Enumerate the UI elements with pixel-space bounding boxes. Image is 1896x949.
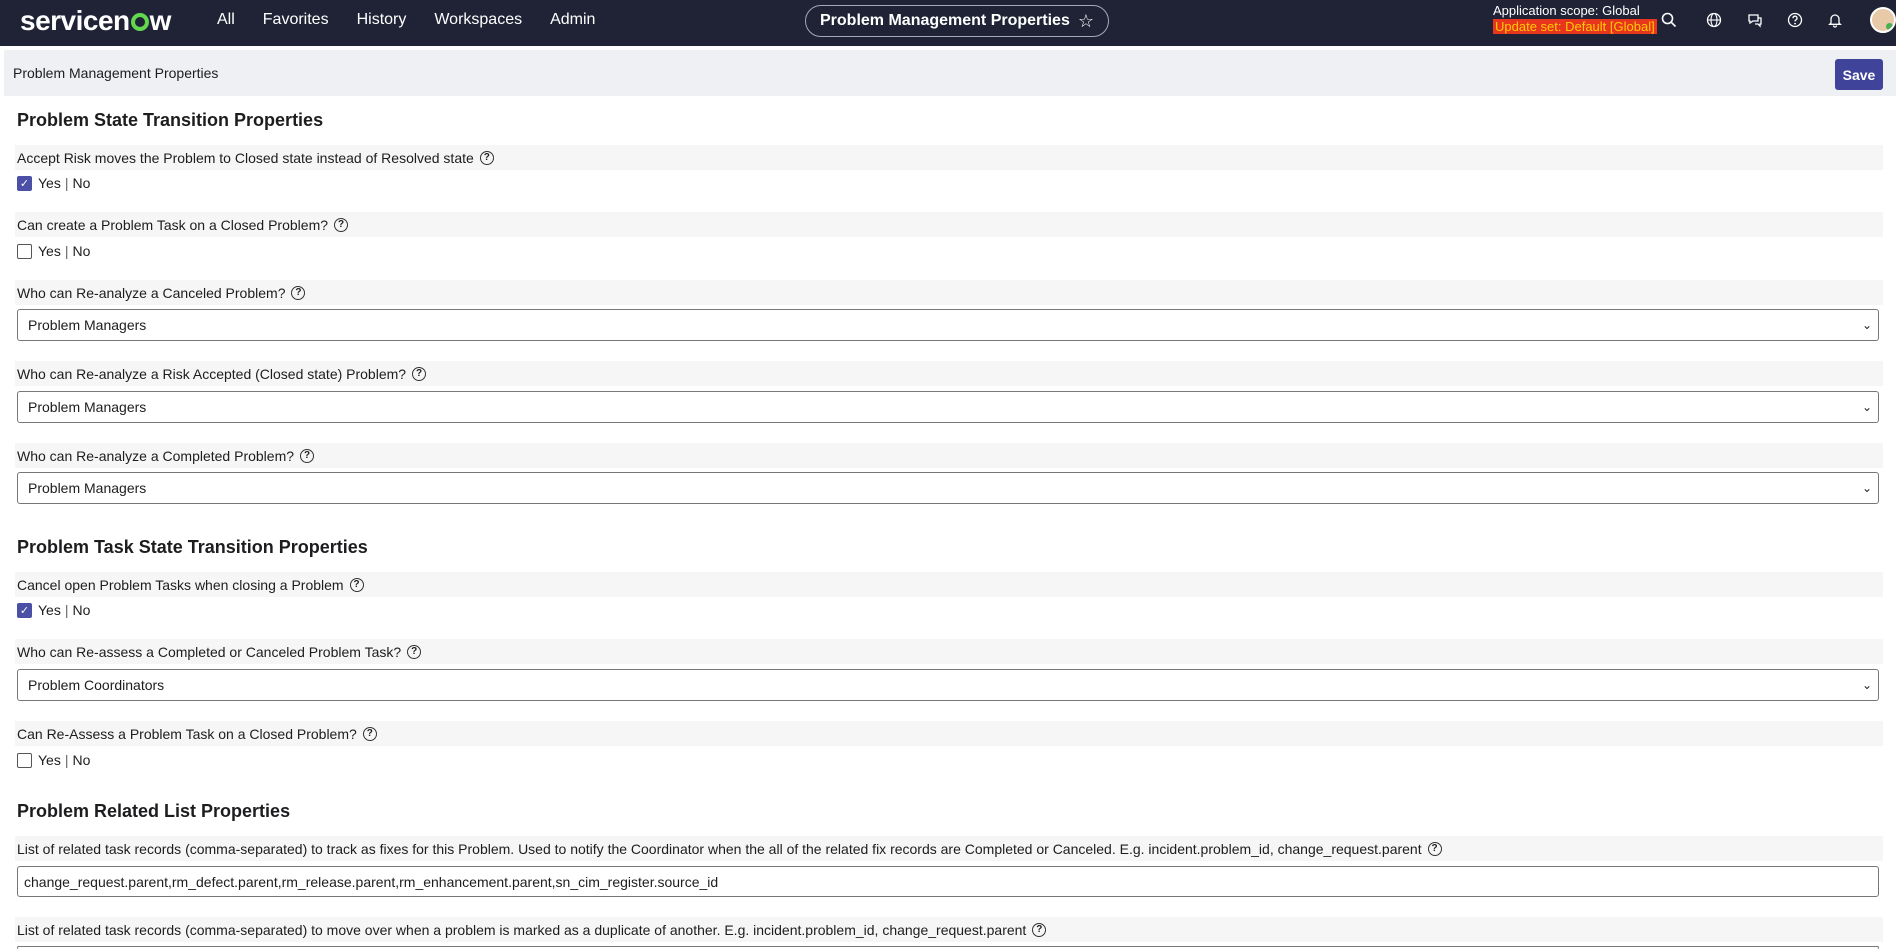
update-set-label[interactable]: Update set: Default [Global] (1493, 19, 1657, 34)
fix-records-input[interactable]: change_request.parent,rm_defect.parent,r… (17, 866, 1879, 897)
form-title: Problem Management Properties (13, 65, 219, 81)
nav-favorites[interactable]: Favorites (249, 11, 343, 29)
separator: | (64, 243, 69, 259)
separator: | (64, 175, 69, 191)
help-icon[interactable]: ? (349, 577, 364, 592)
main-nav: All Favorites History Workspaces Admin (203, 0, 609, 40)
no-label: No (72, 752, 91, 768)
logo-text-end: w (149, 5, 172, 36)
checkbox-unchecked[interactable] (17, 243, 32, 259)
input-value: change_request.parent,rm_defect.parent,r… (24, 873, 719, 890)
bell-icon[interactable] (1824, 9, 1846, 31)
globe-icon[interactable] (1703, 9, 1725, 31)
scope-label: Application scope: Global (1493, 3, 1640, 18)
yes-no-toggle[interactable]: ✓ Yes | No (17, 175, 90, 191)
help-icon[interactable]: ? (334, 217, 349, 232)
yes-no-toggle[interactable]: Yes | No (17, 752, 90, 768)
favorite-star-icon[interactable]: ☆ (1078, 11, 1094, 32)
property-label: List of related task records (comma-sepa… (15, 917, 1883, 942)
nav-workspaces[interactable]: Workspaces (420, 11, 536, 29)
property-label: Who can Re-assess a Completed or Cancele… (15, 639, 1883, 664)
help-icon[interactable]: ? (479, 150, 494, 165)
page-title-pill[interactable]: Problem Management Properties ☆ (805, 5, 1109, 37)
property-label-text: List of related task records (comma-sepa… (17, 840, 1422, 857)
section-title-related-list: Problem Related List Properties (17, 801, 291, 821)
property-label-text: Can Re-Assess a Problem Task on a Closed… (17, 725, 357, 742)
property-label-text: Can create a Problem Task on a Closed Pr… (17, 216, 329, 233)
property-label-text: Who can Re-analyze a Risk Accepted (Clos… (17, 365, 407, 382)
yes-label: Yes (38, 243, 61, 259)
chevron-down-icon: ⌄ (1861, 678, 1872, 692)
property-label: Cancel open Problem Tasks when closing a… (15, 572, 1883, 597)
property-label-text: Who can Re-analyze a Completed Problem? (17, 447, 295, 464)
separator: | (64, 752, 69, 768)
nav-history[interactable]: History (343, 11, 421, 29)
logo-o-mark (130, 13, 149, 31)
select-value: Problem Managers (28, 480, 147, 496)
reanalyze-canceled-select[interactable]: Problem Managers ⌄ (17, 309, 1879, 341)
property-label: List of related task records (comma-sepa… (15, 836, 1883, 861)
help-icon[interactable]: ? (1032, 922, 1047, 937)
property-label-text: Accept Risk moves the Problem to Closed … (17, 149, 474, 166)
chevron-down-icon: ⌄ (1861, 400, 1872, 414)
no-label: No (72, 175, 91, 191)
help-icon[interactable] (1784, 9, 1806, 31)
help-icon[interactable]: ? (407, 644, 422, 659)
no-label: No (72, 243, 91, 259)
save-button[interactable]: Save (1835, 59, 1883, 90)
user-avatar[interactable] (1870, 7, 1896, 33)
search-icon[interactable] (1658, 9, 1680, 31)
help-icon[interactable]: ? (412, 366, 427, 381)
nav-all[interactable]: All (203, 11, 249, 29)
property-label-text: Cancel open Problem Tasks when closing a… (17, 576, 344, 593)
top-nav-bar: servicen w All Favorites History Workspac… (0, 0, 1896, 46)
chevron-down-icon: ⌄ (1861, 481, 1872, 495)
section-title-problem-state: Problem State Transition Properties (17, 110, 324, 130)
yes-label: Yes (38, 602, 61, 618)
property-label: Who can Re-analyze a Risk Accepted (Clos… (15, 361, 1883, 386)
help-icon[interactable]: ? (291, 285, 306, 300)
reassess-task-select[interactable]: Problem Coordinators ⌄ (17, 669, 1879, 701)
select-value: Problem Managers (28, 399, 147, 415)
reanalyze-risk-accepted-select[interactable]: Problem Managers ⌄ (17, 391, 1879, 423)
no-label: No (72, 602, 91, 618)
property-label: Who can Re-analyze a Canceled Problem?? (15, 280, 1883, 305)
select-value: Problem Coordinators (28, 677, 165, 693)
nav-admin[interactable]: Admin (536, 11, 609, 29)
help-icon[interactable]: ? (1427, 841, 1442, 856)
help-icon[interactable]: ? (362, 726, 377, 741)
form-header: Problem Management Properties Save (4, 50, 1896, 96)
property-label-text: Who can Re-analyze a Canceled Problem? (17, 284, 286, 301)
yes-no-toggle[interactable]: Yes | No (17, 243, 90, 259)
separator: | (64, 602, 69, 618)
application-scope[interactable]: Application scope: Global Update set: De… (1493, 3, 1657, 35)
page-title: Problem Management Properties (820, 12, 1070, 29)
property-label: Accept Risk moves the Problem to Closed … (15, 145, 1883, 170)
yes-no-toggle[interactable]: ✓ Yes | No (17, 602, 90, 618)
help-icon[interactable]: ? (300, 448, 315, 463)
property-label-text: Who can Re-assess a Completed or Cancele… (17, 643, 402, 660)
checkbox-checked[interactable]: ✓ (17, 175, 32, 191)
chevron-down-icon: ⌄ (1861, 318, 1872, 332)
servicenow-logo[interactable]: servicen w (20, 5, 171, 37)
logo-text-start: servicen (20, 5, 130, 36)
reanalyze-completed-select[interactable]: Problem Managers ⌄ (17, 472, 1879, 504)
yes-label: Yes (38, 175, 61, 191)
property-label: Can Re-Assess a Problem Task on a Closed… (15, 721, 1883, 746)
chat-icon[interactable] (1744, 9, 1766, 31)
section-title-problem-task-state: Problem Task State Transition Properties (17, 537, 368, 557)
property-label-text: List of related task records (comma-sepa… (17, 921, 1027, 938)
checkbox-unchecked[interactable] (17, 752, 32, 768)
select-value: Problem Managers (28, 317, 147, 333)
yes-label: Yes (38, 752, 61, 768)
property-label: Can create a Problem Task on a Closed Pr… (15, 212, 1883, 237)
checkbox-checked[interactable]: ✓ (17, 602, 32, 618)
property-label: Who can Re-analyze a Completed Problem?? (15, 443, 1883, 468)
